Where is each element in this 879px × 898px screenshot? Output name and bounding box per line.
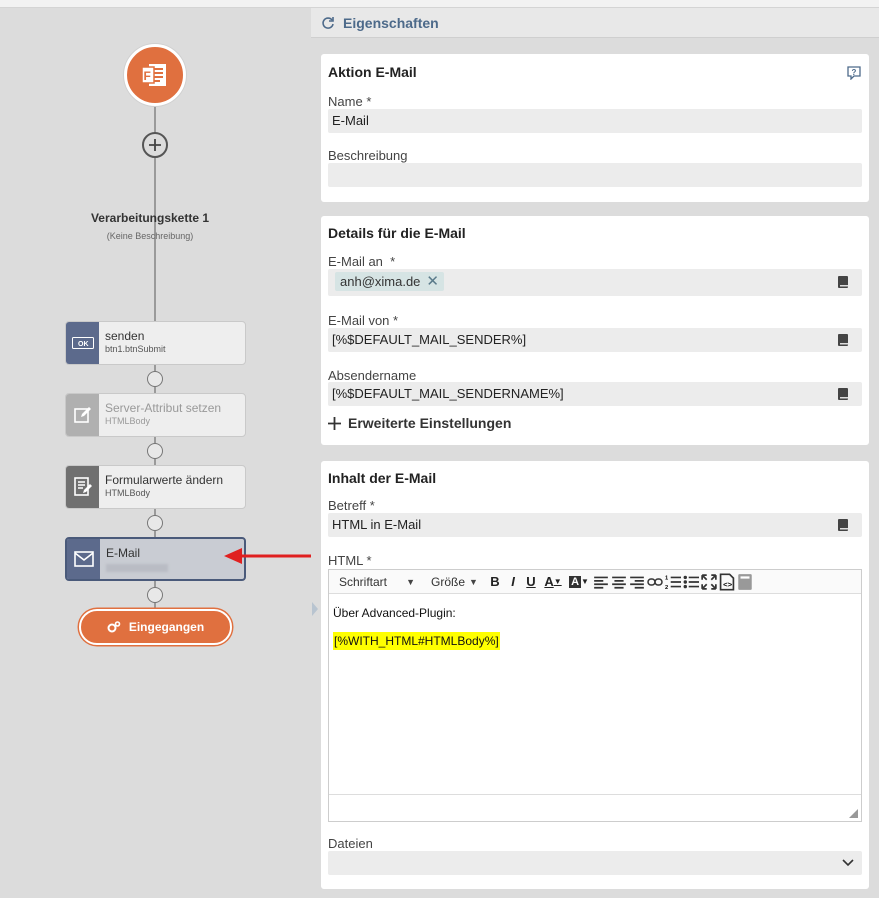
properties-header: Eigenschaften [311,8,879,38]
node-formularwerte[interactable]: Formularwerte ändern HTMLBody [65,465,246,509]
underline-button[interactable]: U [523,573,539,591]
remove-tag-icon[interactable]: ✕ [426,274,439,289]
italic-button[interactable]: I [505,573,521,591]
subject-field[interactable]: HTML in E-Mail [328,513,862,537]
properties-panel: Eigenschaften Aktion E-Mail ? Name * E-M… [311,8,879,898]
description-label: Beschreibung [328,148,408,163]
card-aktion-email: Aktion E-Mail ? Name * E-Mail Beschreibu… [321,54,869,202]
card-email-content: Inhalt der E-Mail Betreff * HTML in E-Ma… [321,461,869,889]
top-strip [0,0,879,8]
card-email-details: Details für die E-Mail E-Mail an * anh@x… [321,216,869,445]
connector-dot[interactable] [147,515,163,531]
align-left-icon[interactable] [593,573,609,591]
node-subtitle: HTMLBody [105,416,151,427]
connector-dot[interactable] [147,371,163,387]
font-size-dropdown[interactable]: Größe ▼ [425,575,478,589]
chevron-down-icon [842,859,854,867]
connector-line [154,158,156,330]
card-title: Details für die E-Mail [328,225,466,241]
svg-text:<>: <> [723,580,732,589]
email-from-label: E-Mail von * [328,313,399,328]
chain-title: Verarbeitungskette 1 [90,211,210,225]
properties-title: Eigenschaften [343,14,439,31]
refresh-icon[interactable] [321,16,335,30]
edit-icon [66,394,99,436]
blurred-subtitle [106,564,168,573]
files-label: Dateien [328,836,373,851]
add-step-button[interactable] [142,132,168,158]
node-title: Server-Attribut setzen [105,401,222,415]
node-title: E-Mail [106,546,141,560]
book-icon[interactable] [837,518,849,532]
html-label: HTML * [328,553,372,568]
ordered-list-icon[interactable]: 12 [665,573,681,591]
node-server-attribut[interactable]: Server-Attribut setzen HTMLBody [65,393,246,437]
svg-text:1: 1 [665,575,669,581]
svg-text:OK: OK [78,341,89,348]
connector-dot[interactable] [147,443,163,459]
sender-name-field[interactable]: [%$DEFAULT_MAIL_SENDERNAME%] [328,382,862,406]
svg-text:F: F [144,69,151,83]
bg-color-button[interactable]: A ▼ [567,573,591,591]
name-field[interactable]: E-Mail [328,109,862,133]
chain-subtitle: (Keine Beschreibung) [106,231,194,241]
bold-button[interactable]: B [487,573,503,591]
collapse-panel-handle[interactable] [311,598,319,620]
gears-icon [107,621,121,633]
files-select[interactable] [328,851,862,875]
editor-statusbar [329,794,861,821]
name-label: Name * [328,94,372,109]
node-senden[interactable]: OK senden btn1.btnSubmit [65,321,246,365]
mail-icon [67,539,100,579]
help-icon[interactable]: ? [847,66,861,80]
node-title: Formularwerte ändern [105,473,224,487]
email-to-field[interactable]: anh@xima.de ✕ [328,269,862,296]
link-icon[interactable] [647,573,663,591]
card-title: Inhalt der E-Mail [328,470,437,486]
node-title: senden [105,329,145,343]
advanced-settings-toggle[interactable]: Erweiterte Einstellungen [328,415,511,431]
svg-text:?: ? [852,68,857,77]
fullscreen-icon[interactable] [701,573,717,591]
font-family-dropdown[interactable]: Schriftart ▼ [333,575,415,589]
bullet-list-icon[interactable] [683,573,699,591]
plus-icon [149,139,161,151]
start-node-logo[interactable]: F [124,44,186,106]
end-node-label: Eingegangen [128,620,205,634]
email-from-field[interactable]: [%$DEFAULT_MAIL_SENDER%] [328,328,862,352]
svg-text:2: 2 [665,584,668,590]
source-icon[interactable]: <> [719,572,735,591]
sender-name-label: Absendername [328,368,417,383]
advanced-settings-label: Erweiterte Einstellungen [348,415,512,431]
text-color-button[interactable]: A ▼ [541,573,565,591]
node-subtitle: HTMLBody [105,488,151,499]
node-subtitle: btn1.btnSubmit [105,344,166,355]
book-icon[interactable] [837,333,849,347]
recipient-tag: anh@xima.de ✕ [335,272,444,291]
editor-content[interactable]: Über Advanced-Plugin: [%WITH_HTML#HTMLBo… [329,594,861,674]
xima-form-logo-icon: F [141,64,166,86]
subject-label: Betreff * [328,498,375,513]
editor-toolbar: Schriftart ▼ Größe ▼ B I U A ▼ A ▼ 12 <> [329,570,861,594]
red-arrow-annotation [224,548,312,564]
ok-button-icon: OK [66,322,99,364]
description-field[interactable] [328,163,862,187]
align-center-icon[interactable] [611,573,627,591]
email-to-label: E-Mail an * [328,254,396,269]
form-edit-icon [66,466,99,508]
resize-handle[interactable] [849,809,858,818]
node-email[interactable]: E-Mail [65,537,246,581]
plus-icon [328,416,341,430]
card-title: Aktion E-Mail [328,64,417,80]
book-icon[interactable] [837,275,849,289]
end-node-eingegangen[interactable]: Eingegangen [79,609,232,645]
align-right-icon[interactable] [629,573,645,591]
html-editor[interactable]: Schriftart▼ Größe▼ B I U A▼ A▼ 12 <> [328,569,862,822]
editor-line: Über Advanced-Plugin: [333,606,456,620]
template-book-icon[interactable] [737,573,753,591]
placeholder-highlight: [%WITH_HTML#HTMLBody%] [333,632,500,650]
book-icon[interactable] [837,387,849,401]
connector-dot[interactable] [147,587,163,603]
